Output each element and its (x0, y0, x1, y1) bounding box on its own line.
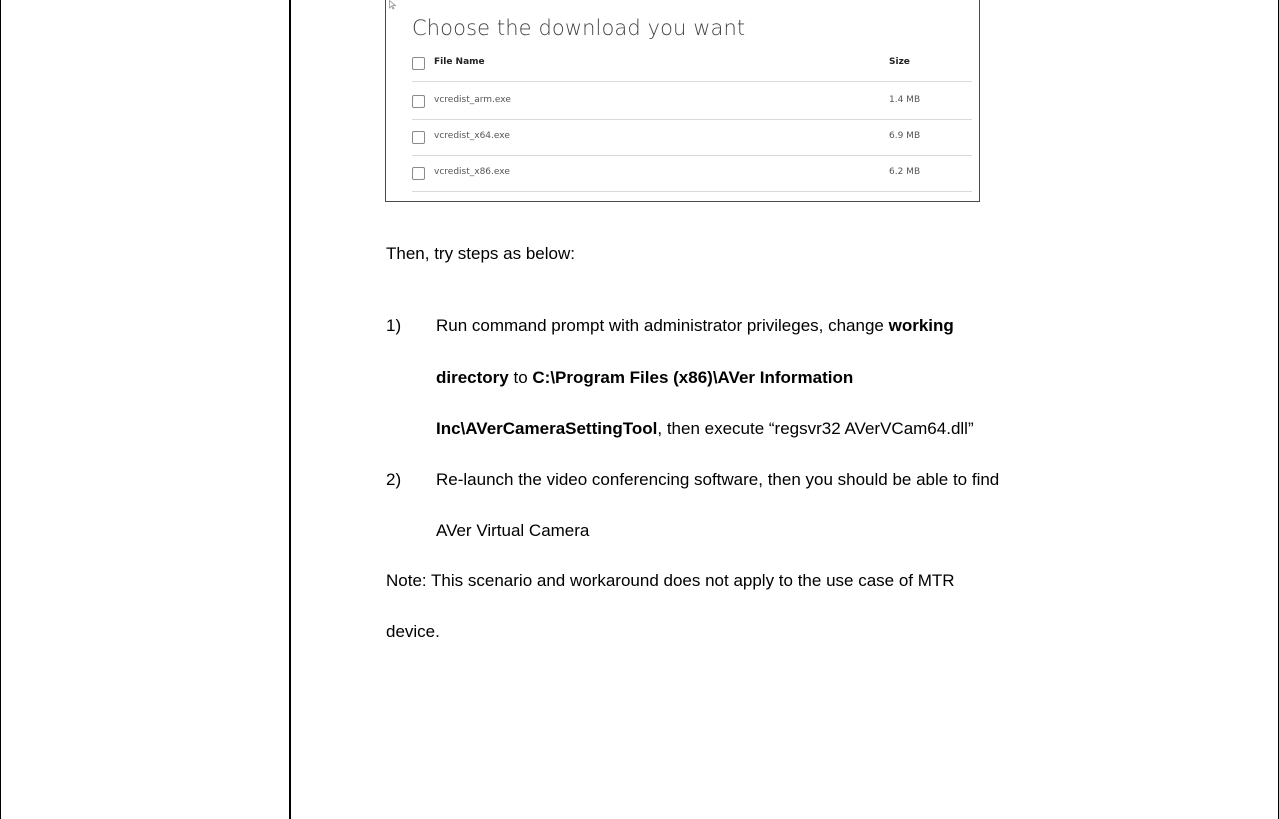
step-1-bold-working: working (888, 316, 954, 335)
file-checkbox[interactable] (412, 131, 425, 144)
step-2-line-2: AVer Virtual Camera (436, 521, 590, 540)
step-1-number: 1) (386, 316, 402, 335)
step-1-line-3: Inc\AVerCameraSettingTool, then execute … (436, 419, 974, 439)
cursor-icon (389, 0, 397, 10)
step-2-number: 2) (386, 470, 402, 489)
file-size: 6.9 MB (889, 131, 921, 141)
file-row[interactable]: vcredist_x86.exe 6.2 MB (412, 156, 972, 192)
step-1-bold-directory: directory (436, 368, 509, 387)
step-1-bold-path: C:\Program Files (x86)\AVer Information (532, 368, 854, 387)
note-line-2: device. (386, 622, 440, 641)
row-divider (412, 191, 972, 192)
file-list-header: File Name Size (412, 46, 972, 82)
file-size: 1.4 MB (889, 95, 921, 105)
step-1-text: Run command prompt with administrator pr… (436, 316, 889, 335)
step-1-command-text: , then execute “regsvr32 AVerVCam64.dll” (657, 419, 974, 438)
document-page: Choose the download you want File Name S… (0, 0, 1279, 819)
column-divider (289, 0, 291, 819)
row-divider (412, 81, 972, 82)
intro-text: Then, try steps as below: (386, 244, 575, 263)
select-all-checkbox[interactable] (412, 57, 425, 70)
file-name: vcredist_x64.exe (434, 131, 510, 141)
step-1-bold-path-end: Inc\AVerCameraSettingTool (436, 419, 658, 438)
file-name: vcredist_arm.exe (434, 95, 511, 105)
file-row[interactable]: vcredist_arm.exe 1.4 MB (412, 84, 972, 120)
step-1-line-1: Run command prompt with administrator pr… (436, 316, 954, 336)
step-2-line-1: Re-launch the video conferencing softwar… (436, 470, 1000, 489)
download-chooser-screenshot: Choose the download you want File Name S… (385, 0, 980, 202)
file-size: 6.2 MB (889, 167, 921, 177)
step-1-text-to: to (508, 368, 533, 387)
size-header: Size (889, 57, 910, 67)
download-title: Choose the download you want (412, 16, 746, 40)
file-checkbox[interactable] (412, 167, 425, 180)
note-line-1: Note: This scenario and workaround does … (386, 571, 955, 590)
file-checkbox[interactable] (412, 95, 425, 108)
file-name-header: File Name (434, 57, 485, 67)
file-name: vcredist_x86.exe (434, 167, 510, 177)
step-1-line-2: directory to C:\Program Files (x86)\AVer… (436, 368, 853, 388)
file-row[interactable]: vcredist_x64.exe 6.9 MB (412, 120, 972, 156)
